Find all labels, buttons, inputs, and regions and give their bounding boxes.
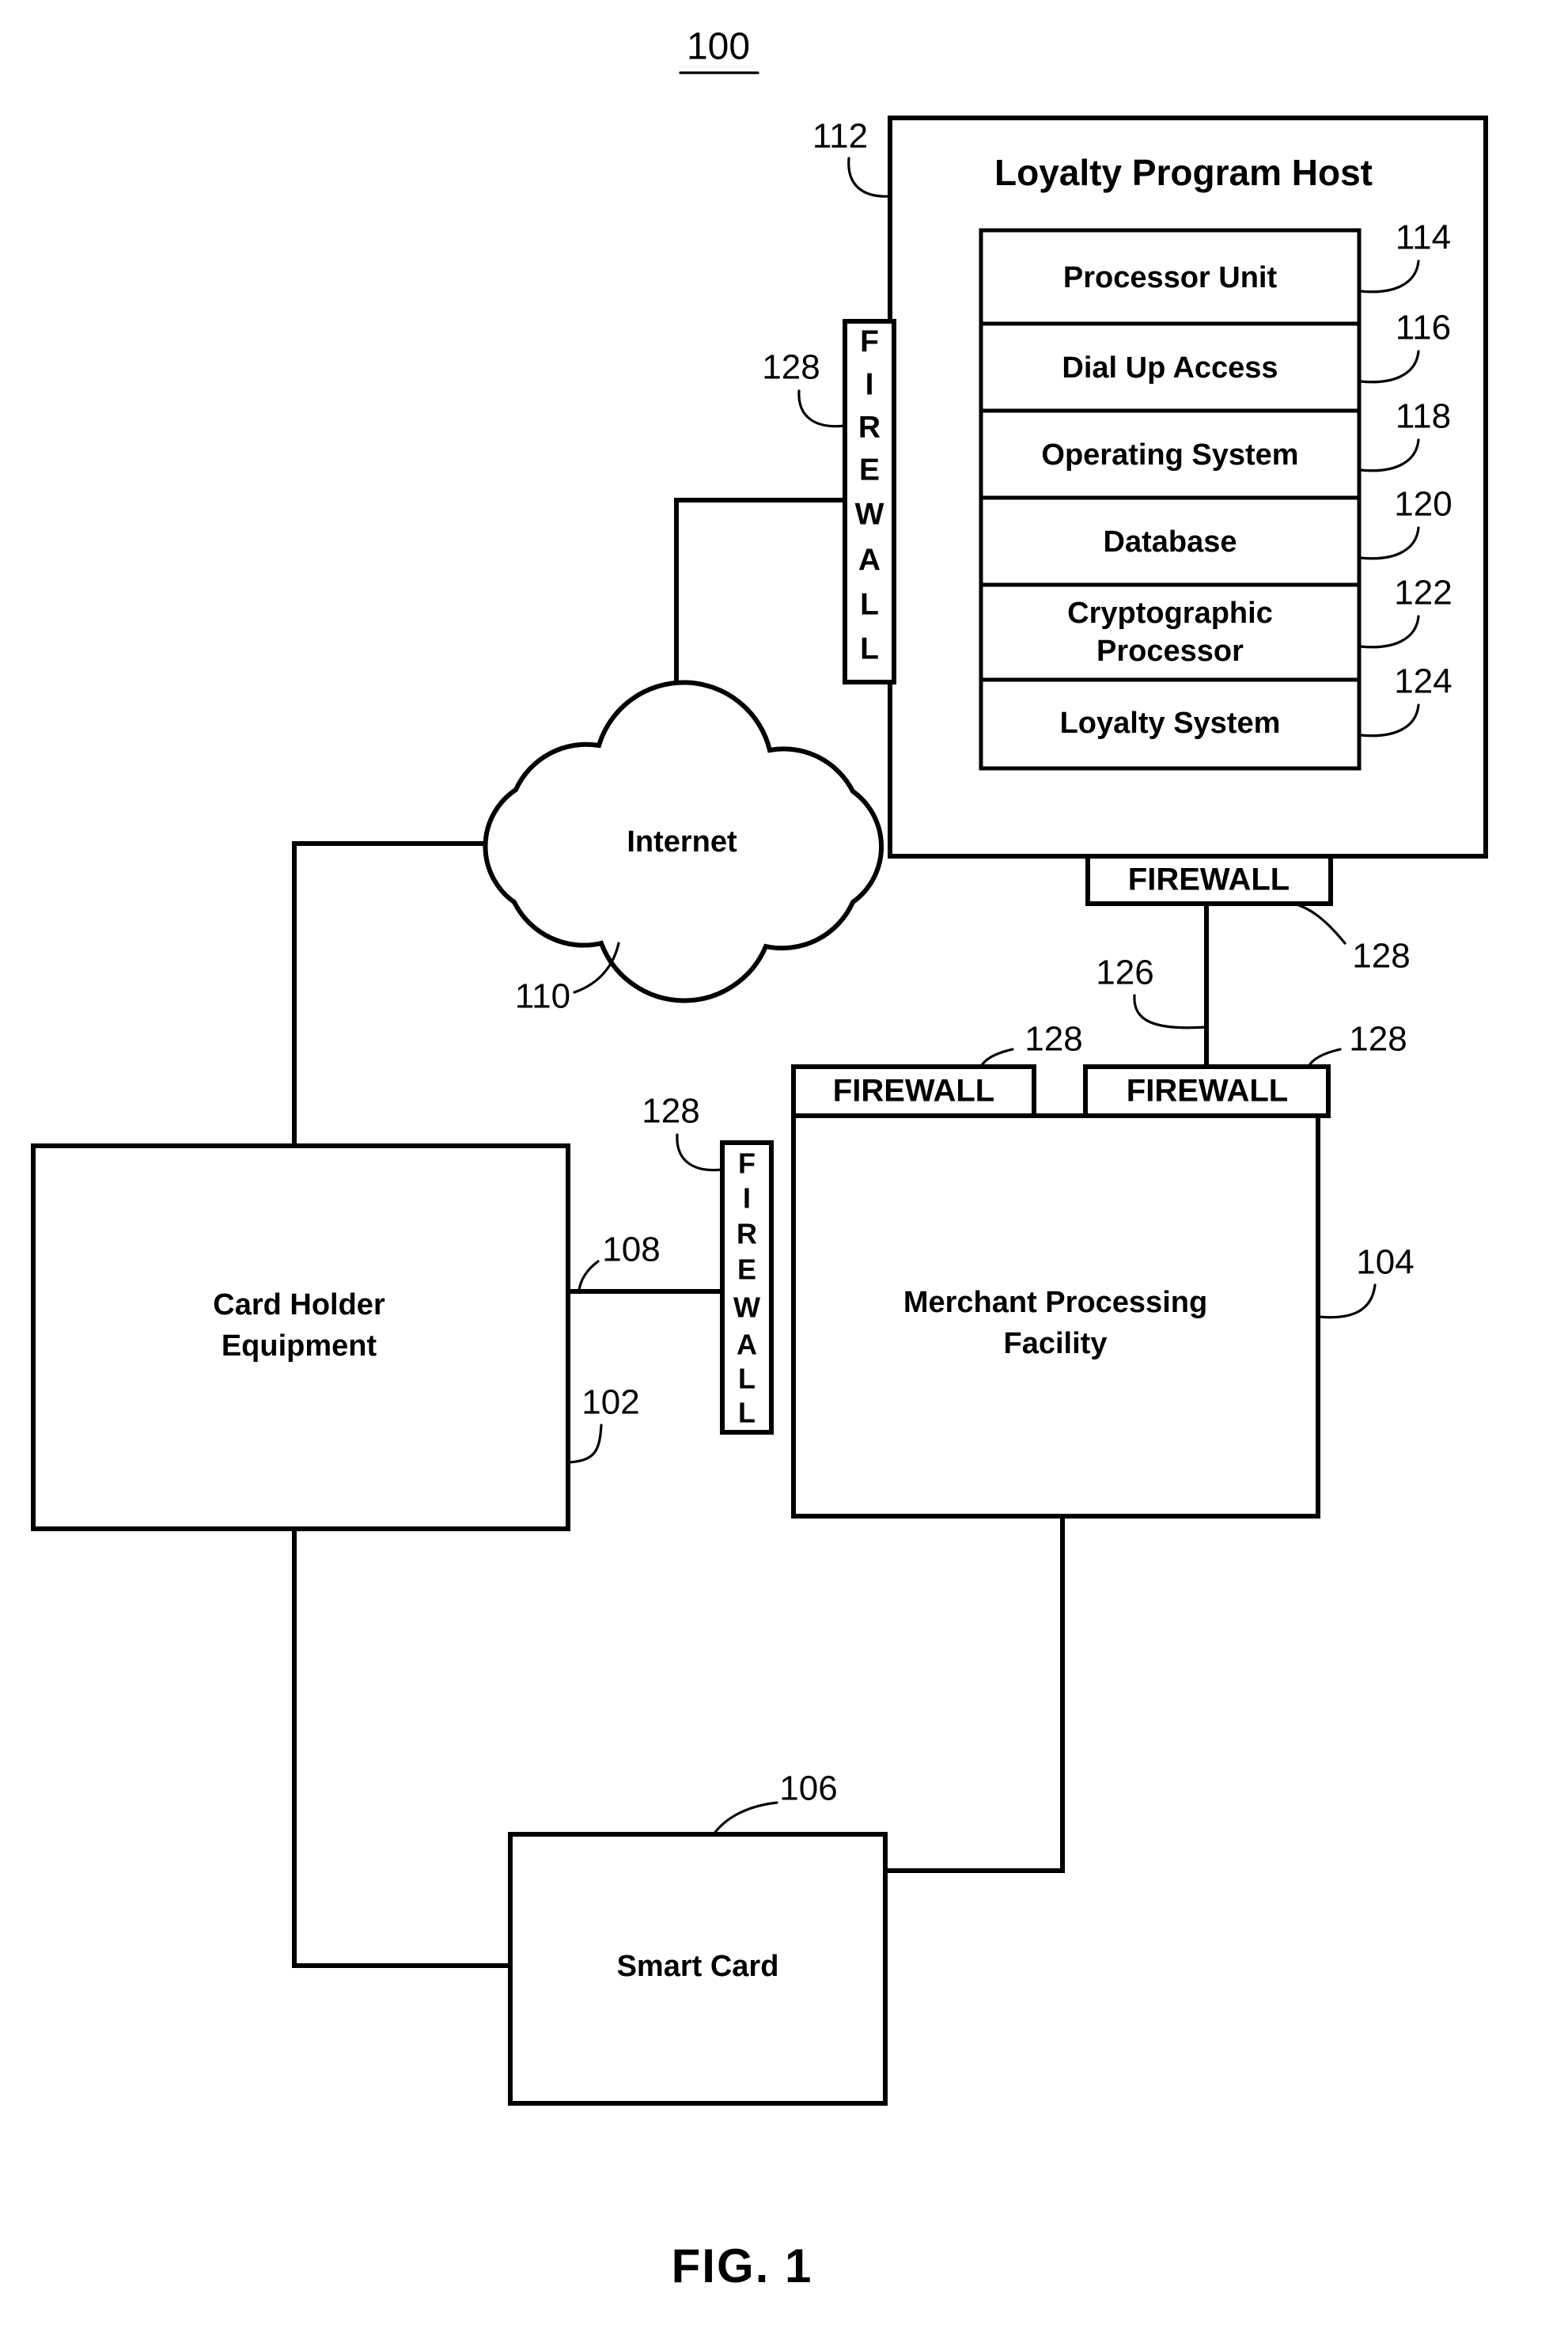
ref-128-host-bottom-text: 128 <box>1352 937 1410 976</box>
component-operating-system-label: Operating System <box>1041 438 1298 472</box>
ref-118-text: 118 <box>1396 397 1451 436</box>
merchant-processing-facility-label-line2: Facility <box>1004 1327 1108 1360</box>
firewall-host-left-letter-1: I <box>865 367 874 401</box>
firewall-merchant-left-letter-6: L <box>738 1363 756 1395</box>
ref-108-leader <box>578 1260 600 1291</box>
firewall-merchant-left-letter-1: I <box>743 1182 751 1215</box>
firewall-merchant-left-letter-2: R <box>737 1218 757 1250</box>
ref-120-text: 120 <box>1394 485 1452 524</box>
ref-126: 126 <box>1096 954 1206 1029</box>
ref-128-host-left-text: 128 <box>762 348 820 387</box>
figure-caption: FIG. 1 <box>672 2239 813 2292</box>
ref-128-host-left-leader <box>797 389 846 428</box>
ref-112-leader <box>847 157 892 198</box>
figure-number-text: 100 <box>687 26 750 68</box>
ref-126-text: 126 <box>1096 954 1153 992</box>
card-holder-equipment-label-line1: Card Holder <box>213 1288 385 1321</box>
firewall-merchant-left-letter-0: F <box>738 1147 756 1180</box>
component-loyalty-system-label: Loyalty System <box>1060 707 1281 740</box>
smart-card[interactable]: Smart Card 106 <box>508 1769 888 2106</box>
merchant-processing-facility-label-line1: Merchant Processing <box>903 1286 1207 1319</box>
ref-128-merchant-left-leader <box>676 1133 724 1172</box>
ref-116-text: 116 <box>1396 309 1451 347</box>
firewall-merchant-left-letter-3: E <box>737 1253 756 1286</box>
firewall-merchant-top-right-label: FIREWALL <box>1127 1074 1288 1109</box>
firewall-host-left-letter-6: L <box>860 587 879 621</box>
ref-102-leader <box>566 1424 603 1464</box>
ref-110-text: 110 <box>515 977 570 1016</box>
ref-128-merchant-top-right-leader <box>1307 1048 1342 1068</box>
component-cryptographic-processor-label-line1: Cryptographic <box>1067 597 1273 630</box>
ref-112-text: 112 <box>812 117 868 156</box>
ref-128-merchant-left-text: 128 <box>642 1092 699 1131</box>
ref-128-merchant-top-left-leader <box>979 1048 1014 1068</box>
link-merchant-to-smartcard <box>886 1516 1065 1873</box>
card-holder-equipment[interactable]: Card Holder Equipment 108 102 <box>31 1143 661 1531</box>
component-cryptographic-processor-label-line2: Processor <box>1096 635 1244 668</box>
card-holder-equipment-label-line2: Equipment <box>222 1329 377 1363</box>
firewall-merchant-left-vertical[interactable]: F I R E W A L L 128 <box>642 1092 774 1435</box>
ref-104-leader <box>1316 1284 1377 1319</box>
ref-102-text: 102 <box>581 1383 639 1422</box>
ref-122-text: 122 <box>1394 574 1452 612</box>
component-processor-unit-label: Processor Unit <box>1063 261 1278 294</box>
firewall-host-left-letter-4: W <box>855 497 884 531</box>
ref-128-merchant-top-left-text: 128 <box>1025 1020 1082 1059</box>
firewall-merchant-left-letter-7: L <box>738 1397 756 1429</box>
host-component-stack: Processor Unit Dial Up Access Operating … <box>979 228 1362 771</box>
firewall-host-left-letter-0: F <box>860 324 879 358</box>
ref-124-text: 124 <box>1394 662 1452 701</box>
component-dial-up-access-label: Dial Up Access <box>1062 351 1278 385</box>
internet-label: Internet <box>627 825 737 859</box>
ref-126-leader <box>1133 994 1206 1029</box>
ref-114-text: 114 <box>1396 218 1451 257</box>
figure-number-top: 100 <box>679 26 759 74</box>
firewall-host-left-letter-7: L <box>860 631 879 665</box>
patent-figure: 100 Loyalty Program Host Processor Unit … <box>0 0 1568 2332</box>
smart-card-label: Smart Card <box>617 1950 779 1983</box>
merchant-processing-facility[interactable]: Merchant Processing Facility 104 <box>791 1113 1415 1519</box>
firewall-host-bottom-label: FIREWALL <box>1128 863 1290 897</box>
ref-128-host-bottom-leader <box>1295 903 1346 945</box>
loyalty-program-host[interactable]: Loyalty Program Host Processor Unit Dial… <box>812 116 1488 859</box>
loyalty-program-host-title: Loyalty Program Host <box>994 152 1373 193</box>
ref-128-merchant-top-right-text: 128 <box>1349 1020 1407 1059</box>
ref-106-text: 106 <box>779 1769 837 1808</box>
firewall-merchant-top-right[interactable]: FIREWALL 128 <box>1083 1020 1407 1118</box>
firewall-merchant-left-letter-5: A <box>737 1329 757 1361</box>
link-internet-to-cardholder <box>292 841 513 1146</box>
internet-cloud[interactable]: Internet 110 <box>483 680 884 1016</box>
firewall-host-left-letter-2: R <box>858 410 881 444</box>
ref-106-leader <box>712 1801 778 1836</box>
firewall-merchant-top-left-label: FIREWALL <box>833 1074 994 1109</box>
firewall-merchant-top-left[interactable]: FIREWALL 128 <box>791 1020 1083 1118</box>
ref-112: 112 <box>812 117 892 198</box>
firewall-host-left-letter-3: E <box>859 453 880 487</box>
ref-104-text: 104 <box>1356 1243 1414 1282</box>
firewall-host-left-letter-5: A <box>858 543 881 577</box>
ref-108-text: 108 <box>602 1230 660 1269</box>
firewall-merchant-left-letter-4: W <box>733 1291 760 1324</box>
component-database-label: Database <box>1104 525 1237 559</box>
link-cardholder-to-smartcard <box>292 1529 513 1968</box>
